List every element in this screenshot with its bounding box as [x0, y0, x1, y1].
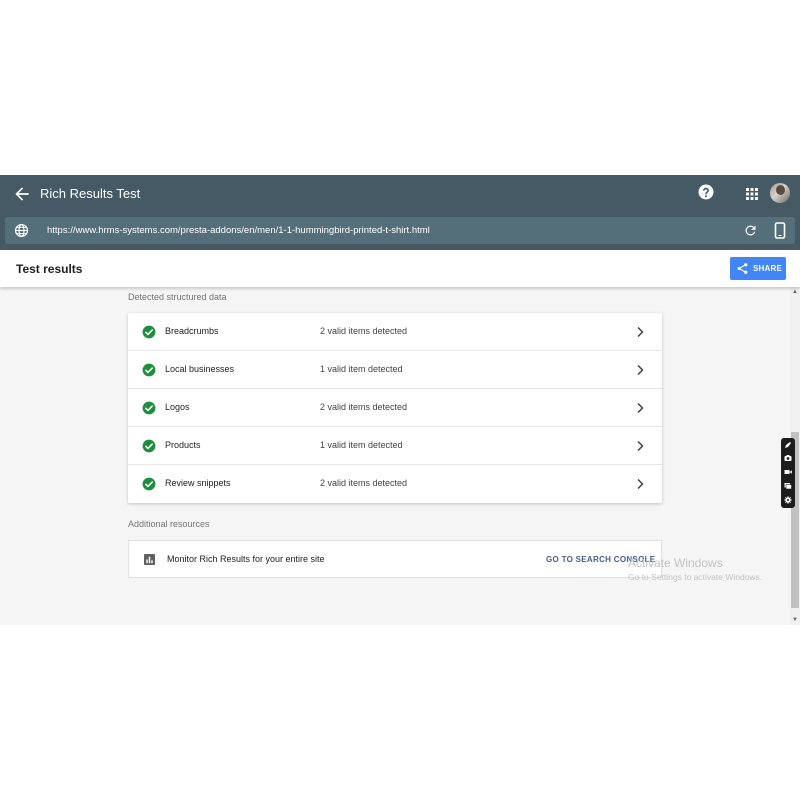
windows-icon[interactable] — [784, 482, 792, 490]
app-header: Rich Results Test https://www.hrms-syste… — [0, 175, 800, 250]
check-circle-icon — [142, 477, 156, 491]
chevron-right-icon — [637, 478, 644, 490]
rich-results-app: Rich Results Test https://www.hrms-syste… — [0, 175, 800, 625]
reload-icon — [745, 225, 756, 236]
page: Rich Results Test https://www.hrms-syste… — [0, 0, 800, 800]
monitor-text: Monitor Rich Results for your entire sit… — [167, 554, 325, 564]
bar-chart-icon — [144, 554, 155, 565]
chevron-right-icon — [637, 402, 644, 414]
results-title: Test results — [16, 262, 83, 276]
row-name: Breadcrumbs — [165, 326, 219, 336]
scroll-up-arrow-icon[interactable]: ▲ — [791, 288, 799, 296]
structured-data-row-local-businesses[interactable]: Local businesses 1 valid item detected — [128, 351, 662, 389]
camera-icon[interactable] — [784, 454, 792, 462]
share-icon — [737, 263, 748, 274]
avatar[interactable] — [770, 183, 790, 203]
globe-icon — [14, 223, 29, 238]
chevron-right-icon — [637, 364, 644, 376]
smartphone-icon — [774, 222, 786, 239]
structured-data-row-products[interactable]: Products 1 valid item detected — [128, 427, 662, 465]
share-label: SHARE — [753, 264, 783, 273]
pen-icon[interactable] — [784, 441, 792, 449]
structured-data-row-review-snippets[interactable]: Review snippets 2 valid items detected — [128, 465, 662, 503]
gear-icon[interactable] — [784, 496, 792, 504]
chevron-right-icon — [637, 326, 644, 338]
row-name: Products — [165, 440, 201, 450]
row-status: 1 valid item detected — [320, 364, 403, 374]
scroll-down-arrow-icon[interactable]: ▼ — [791, 616, 799, 624]
watermark-subtitle: Go to Settings to activate Windows. — [628, 572, 763, 582]
check-circle-icon — [142, 439, 156, 453]
app-title: Rich Results Test — [40, 186, 141, 201]
check-circle-icon — [142, 401, 156, 415]
url-bar[interactable]: https://www.hrms-systems.com/presta-addo… — [5, 217, 795, 244]
row-status: 2 valid items detected — [320, 326, 408, 336]
structured-data-heading: Detected structured data — [128, 292, 227, 302]
apps-grid-icon — [746, 188, 758, 200]
resources-heading: Additional resources — [128, 519, 210, 529]
back-button[interactable] — [12, 184, 32, 204]
chevron-right-icon — [637, 440, 644, 452]
results-bar: Test results SHARE — [0, 250, 800, 287]
check-circle-icon — [142, 325, 156, 339]
url-text: https://www.hrms-systems.com/presta-addo… — [47, 225, 430, 236]
reload-button[interactable] — [743, 223, 758, 238]
row-status: 1 valid item detected — [320, 440, 403, 450]
arrow-back-icon — [15, 187, 29, 201]
share-button[interactable]: SHARE — [730, 257, 786, 280]
apps-button[interactable] — [744, 186, 760, 202]
monitor-card: Monitor Rich Results for your entire sit… — [128, 540, 662, 578]
structured-data-list: Breadcrumbs 2 valid items detected Local… — [128, 313, 662, 503]
floating-capture-toolbar — [781, 438, 795, 508]
row-name: Logos — [165, 402, 190, 412]
activate-windows-watermark: Activate Windows Go to Settings to activ… — [628, 556, 762, 583]
help-icon — [698, 184, 714, 200]
smartphone-view-button[interactable] — [773, 222, 787, 239]
header-toolbar: Rich Results Test — [0, 175, 800, 215]
video-camera-icon[interactable] — [784, 468, 792, 476]
row-name: Local businesses — [165, 364, 235, 374]
structured-data-row-logos[interactable]: Logos 2 valid items detected — [128, 389, 662, 427]
help-button[interactable] — [697, 183, 715, 201]
check-circle-icon — [142, 363, 156, 377]
row-name: Review snippets — [165, 478, 231, 488]
row-status: 2 valid items detected — [320, 402, 408, 412]
structured-data-row-breadcrumbs[interactable]: Breadcrumbs 2 valid items detected — [128, 313, 662, 351]
row-status: 2 valid items detected — [320, 478, 408, 488]
watermark-title: Activate Windows — [628, 556, 723, 570]
